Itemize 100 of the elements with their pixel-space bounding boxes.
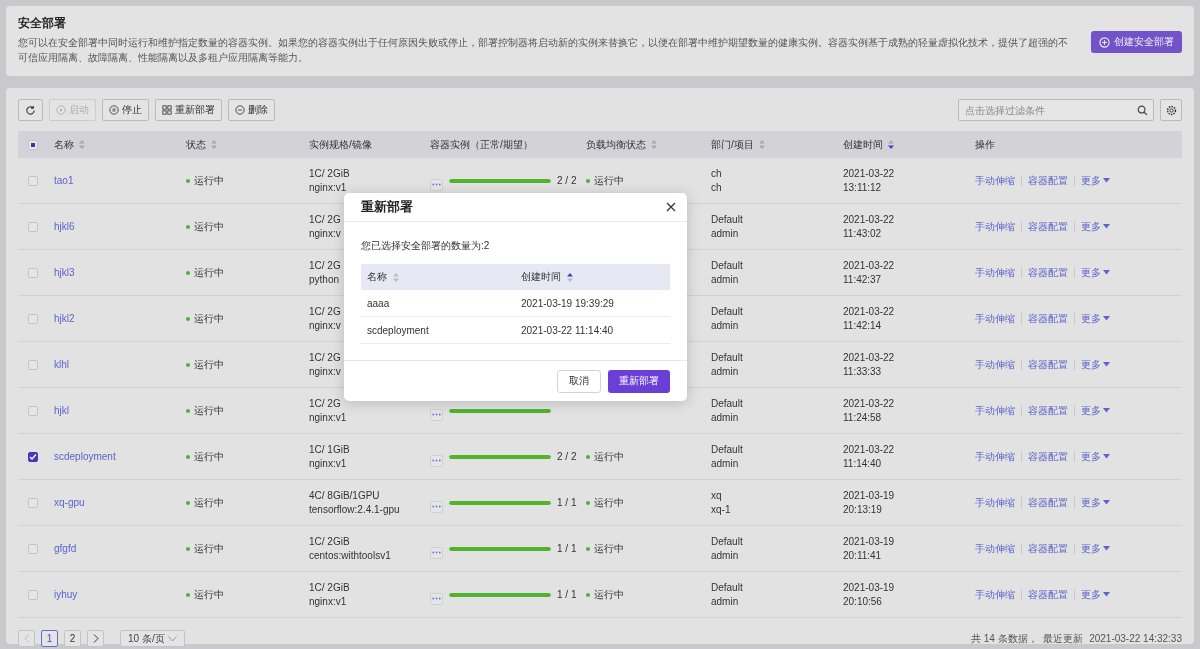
image-text: centos:withtoolsv1 xyxy=(309,550,391,561)
deployment-name-link[interactable]: klhl xyxy=(54,359,69,370)
status-text: 运行中 xyxy=(186,265,224,280)
create-button[interactable]: 创建安全部署 xyxy=(1091,31,1182,53)
deployment-name-link[interactable]: hjkl xyxy=(54,405,69,416)
page-button[interactable]: 1 xyxy=(41,630,58,647)
page-size-select[interactable]: 10 条/页 xyxy=(120,630,185,647)
caret-icon xyxy=(1103,592,1110,597)
deployment-name-link[interactable]: tao1 xyxy=(54,175,74,186)
row-checkbox[interactable] xyxy=(28,451,38,462)
action-link[interactable]: 手动伸缩 xyxy=(975,495,1015,510)
spec-text: 1C/ 2G xyxy=(309,398,341,409)
action-link[interactable]: 手动伸缩 xyxy=(975,449,1015,464)
cancel-button[interactable]: 取消 xyxy=(557,369,601,393)
filter-field[interactable]: 点击选择过滤条件 xyxy=(958,99,1154,121)
created-time: 11:43:02 xyxy=(843,228,882,239)
instance-count: 2 / 2 xyxy=(557,451,577,462)
column-header: 部门/项目 xyxy=(711,137,754,152)
created-time: 11:33:33 xyxy=(843,366,882,377)
action-link[interactable]: 手动伸缩 xyxy=(975,219,1015,234)
close-icon[interactable] xyxy=(666,202,676,212)
settings-button[interactable] xyxy=(1160,99,1182,121)
created-time: 20:10:56 xyxy=(843,596,882,607)
action-link[interactable]: 手动伸缩 xyxy=(975,357,1015,372)
action-link[interactable]: 容器配置 xyxy=(1028,219,1068,234)
more-dropdown-link[interactable]: 更多 xyxy=(1081,495,1110,510)
action-link[interactable]: 容器配置 xyxy=(1028,357,1068,372)
created-time: 20:13:19 xyxy=(843,504,882,515)
column-header: 负载均衡状态 xyxy=(586,137,646,152)
next-page-button[interactable] xyxy=(87,630,104,647)
action-link[interactable]: 容器配置 xyxy=(1028,311,1068,326)
image-text: tensorflow:2.4.1-gpu xyxy=(309,504,400,515)
spec-text: 1C/ 2G xyxy=(309,260,341,271)
select-all-checkbox[interactable] xyxy=(28,139,38,150)
deployment-name-link[interactable]: gfgfd xyxy=(54,543,77,554)
redeploy-button[interactable]: 重新部署 xyxy=(155,99,222,121)
more-dropdown-link[interactable]: 更多 xyxy=(1081,587,1110,602)
row-checkbox[interactable] xyxy=(28,267,38,278)
action-link[interactable]: 容器配置 xyxy=(1028,265,1068,280)
checkmark-icon xyxy=(29,452,37,461)
stop-button[interactable]: 停止 xyxy=(102,99,149,121)
status-text: 运行中 xyxy=(186,219,224,234)
record-summary: 共 14 条数据， 最近更新 xyxy=(970,631,1084,646)
deployment-name-link[interactable]: hjkl3 xyxy=(54,267,75,278)
row-checkbox[interactable] xyxy=(28,221,38,232)
ellipsis-button[interactable] xyxy=(430,408,443,421)
row-checkbox[interactable] xyxy=(28,497,38,508)
department-text: Default xyxy=(711,260,743,271)
deployment-name-link[interactable]: iyhuy xyxy=(54,589,78,600)
lb-status-text: 运行中 xyxy=(586,495,624,510)
project-text: admin xyxy=(711,228,739,239)
more-dropdown-link[interactable]: 更多 xyxy=(1081,219,1110,234)
action-link[interactable]: 手动伸缩 xyxy=(975,587,1015,602)
deployment-name-link[interactable]: scdeployment xyxy=(54,451,116,462)
deployment-name-link[interactable]: hjkl6 xyxy=(54,221,75,232)
department-text: Default xyxy=(711,582,743,593)
more-dropdown-link[interactable]: 更多 xyxy=(1081,173,1110,188)
action-link[interactable]: 手动伸缩 xyxy=(975,541,1015,556)
action-link[interactable]: 容器配置 xyxy=(1028,403,1068,418)
deployment-name-link[interactable]: hjkl2 xyxy=(54,313,75,324)
row-checkbox[interactable] xyxy=(28,543,38,554)
created-date: 2021-03-22 xyxy=(843,168,895,179)
row-checkbox[interactable] xyxy=(28,359,38,370)
row-checkbox[interactable] xyxy=(28,589,38,600)
ellipsis-button[interactable] xyxy=(430,546,443,559)
more-dropdown-link[interactable]: 更多 xyxy=(1081,449,1110,464)
refresh-button[interactable] xyxy=(18,99,43,121)
more-dropdown-link[interactable]: 更多 xyxy=(1081,357,1110,372)
sort-icon[interactable] xyxy=(567,272,573,282)
action-link[interactable]: 手动伸缩 xyxy=(975,403,1015,418)
search-icon[interactable] xyxy=(1137,105,1148,116)
refresh-icon xyxy=(25,104,36,116)
more-dropdown-link[interactable]: 更多 xyxy=(1081,403,1110,418)
more-dropdown-link[interactable]: 更多 xyxy=(1081,265,1110,280)
department-text: Default xyxy=(711,536,743,547)
action-link[interactable]: 容器配置 xyxy=(1028,587,1068,602)
row-checkbox[interactable] xyxy=(28,175,38,186)
ellipsis-button[interactable] xyxy=(430,454,443,467)
action-link[interactable]: 容器配置 xyxy=(1028,495,1068,510)
row-checkbox[interactable] xyxy=(28,313,38,324)
image-text: nginx:v xyxy=(309,228,341,239)
more-dropdown-link[interactable]: 更多 xyxy=(1081,541,1110,556)
action-link[interactable]: 手动伸缩 xyxy=(975,265,1015,280)
sort-icon[interactable] xyxy=(888,140,894,149)
ellipsis-button[interactable] xyxy=(430,178,443,191)
delete-button[interactable]: 删除 xyxy=(228,99,275,121)
action-link[interactable]: 容器配置 xyxy=(1028,173,1068,188)
created-date: 2021-03-22 xyxy=(843,214,895,225)
action-link[interactable]: 手动伸缩 xyxy=(975,173,1015,188)
action-link[interactable]: 容器配置 xyxy=(1028,541,1068,556)
deployment-name-link[interactable]: xq-gpu xyxy=(54,497,85,508)
status-text: 运行中 xyxy=(186,311,224,326)
ellipsis-button[interactable] xyxy=(430,592,443,605)
action-link[interactable]: 手动伸缩 xyxy=(975,311,1015,326)
action-link[interactable]: 容器配置 xyxy=(1028,449,1068,464)
page-button[interactable]: 2 xyxy=(64,630,81,647)
confirm-button[interactable]: 重新部署 xyxy=(608,369,670,393)
more-dropdown-link[interactable]: 更多 xyxy=(1081,311,1110,326)
row-checkbox[interactable] xyxy=(28,405,38,416)
ellipsis-button[interactable] xyxy=(430,500,443,513)
